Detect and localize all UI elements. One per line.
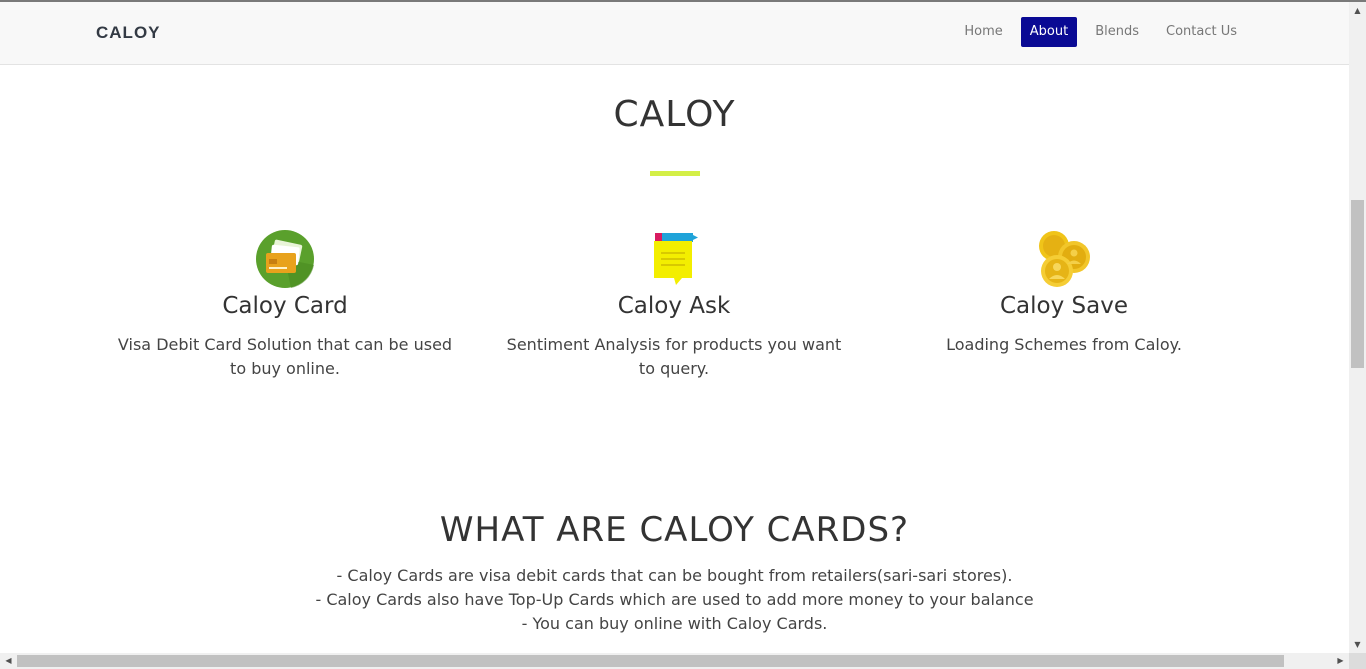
nav-menu: Home About Blends Contact Us [946,17,1246,47]
horizontal-scroll-thumb[interactable] [17,655,1284,667]
feature-title: Caloy Save [1000,293,1128,319]
coins-icon [1034,229,1094,289]
description-line: - You can buy online with Caloy Cards. [521,614,828,633]
nav-contact-us[interactable]: Contact Us [1157,17,1246,47]
chat-note-icon [644,229,704,289]
scrollbar-corner [1349,653,1366,669]
description-line: - Caloy Cards are visa debit cards that … [336,566,1013,585]
section-title: WHAT ARE CALOY CARDS? [439,510,910,550]
feature-description: Loading Schemes from Caloy. [946,335,1182,354]
feature-title: Caloy Card [222,293,348,319]
nav-home[interactable]: Home [955,17,1011,47]
feature-description: Sentiment Analysis for products you want… [506,335,842,378]
feature-title: Caloy Ask [617,293,731,319]
title-accent-bar [650,171,700,176]
feature-caloy-ask: Caloy Ask Sentiment Analysis for product… [479,229,869,381]
scroll-up-arrow-icon[interactable]: ▲ [1349,2,1366,19]
nav-blends[interactable]: Blends [1086,17,1148,47]
credit-card-icon [255,229,315,289]
vertical-scroll-thumb[interactable] [1351,200,1364,368]
scroll-left-arrow-icon[interactable]: ◀ [0,653,17,669]
scroll-down-arrow-icon[interactable]: ▼ [1349,636,1366,653]
section-description: - Caloy Cards are visa debit cards that … [0,564,1349,636]
feature-description: Visa Debit Card Solution that can be use… [117,335,453,378]
page-title: CALOY [613,94,736,135]
nav-about[interactable]: About [1020,17,1078,47]
feature-caloy-save: Caloy Save Loading Schemes from Caloy. [869,229,1259,357]
vertical-scrollbar[interactable]: ▲ ▼ [1349,2,1366,653]
brand-logo[interactable]: CALOY [96,23,161,43]
navbar: CALOY Home About Blends Contact Us [0,2,1349,65]
horizontal-scrollbar[interactable]: ◀ ▶ [0,653,1349,669]
description-line: - Caloy Cards also have Top-Up Cards whi… [315,590,1034,609]
feature-caloy-card: Caloy Card Visa Debit Card Solution that… [90,229,480,381]
scroll-right-arrow-icon[interactable]: ▶ [1332,653,1349,669]
